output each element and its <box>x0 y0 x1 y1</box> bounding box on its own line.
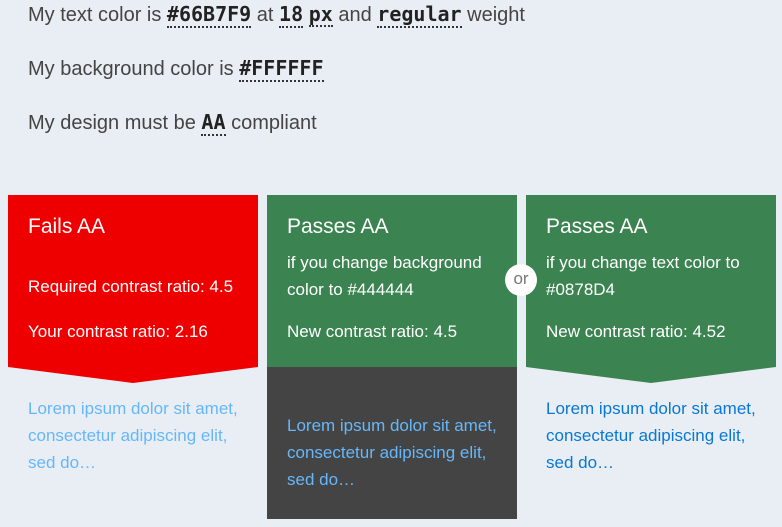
card-title: Fails AA <box>28 215 106 238</box>
new-ratio: New contrast ratio: 4.5 <box>287 322 458 341</box>
text-color-input[interactable]: #66B7F9 <box>166 3 252 28</box>
card-subtitle: if you change text color to #0878D4 <box>546 253 740 299</box>
new-ratio: New contrast ratio: 4.52 <box>546 322 726 341</box>
sample-text: Lorem ipsum dolor sit amet, consectetur … <box>267 367 517 519</box>
compliance-label: My design must be <box>28 112 196 134</box>
compliance-level-input[interactable]: AA <box>201 111 226 136</box>
compliance-sentence: My design must be AA compliant <box>28 111 317 136</box>
text-color-label: My text color is <box>28 4 162 26</box>
result-card-change-text: Passes AA if you change text color to #0… <box>526 195 776 519</box>
sample-text: Lorem ipsum dolor sit amet, consectetur … <box>546 399 756 472</box>
font-weight-input[interactable]: regular <box>377 3 462 28</box>
required-ratio: Required contrast ratio: 4.5 <box>28 277 234 296</box>
sample-text: Lorem ipsum dolor sit amet, consectetur … <box>28 399 238 472</box>
or-badge: or <box>505 264 537 296</box>
card-header: Fails AA Required contrast ratio: 4.5 Yo… <box>8 195 258 383</box>
and-label: and <box>338 4 372 26</box>
bg-color-input[interactable]: #FFFFFF <box>239 57 324 82</box>
card-subtitle: if you change background color to #44444… <box>287 253 482 299</box>
your-ratio: Your contrast ratio: 2.16 <box>28 322 208 341</box>
at-label: at <box>256 4 274 26</box>
card-header: Passes AA if you change background color… <box>267 195 517 367</box>
result-card-change-bg: Passes AA if you change background color… <box>267 195 517 519</box>
bg-color-sentence: My background color is #FFFFFF <box>28 57 324 82</box>
bg-color-label: My background color is <box>28 58 234 80</box>
card-header: Passes AA if you change text color to #0… <box>526 195 776 383</box>
font-size-unit[interactable]: px <box>308 3 333 27</box>
font-size-input[interactable]: 18 <box>279 3 304 28</box>
compliant-label: compliant <box>231 112 317 134</box>
weight-label: weight <box>467 4 525 26</box>
card-title: Passes AA <box>287 215 389 238</box>
result-card-fails: Fails AA Required contrast ratio: 4.5 Yo… <box>8 195 258 519</box>
card-title: Passes AA <box>546 215 648 238</box>
text-color-sentence: My text color is #66B7F9 at 18 px and re… <box>28 3 525 28</box>
